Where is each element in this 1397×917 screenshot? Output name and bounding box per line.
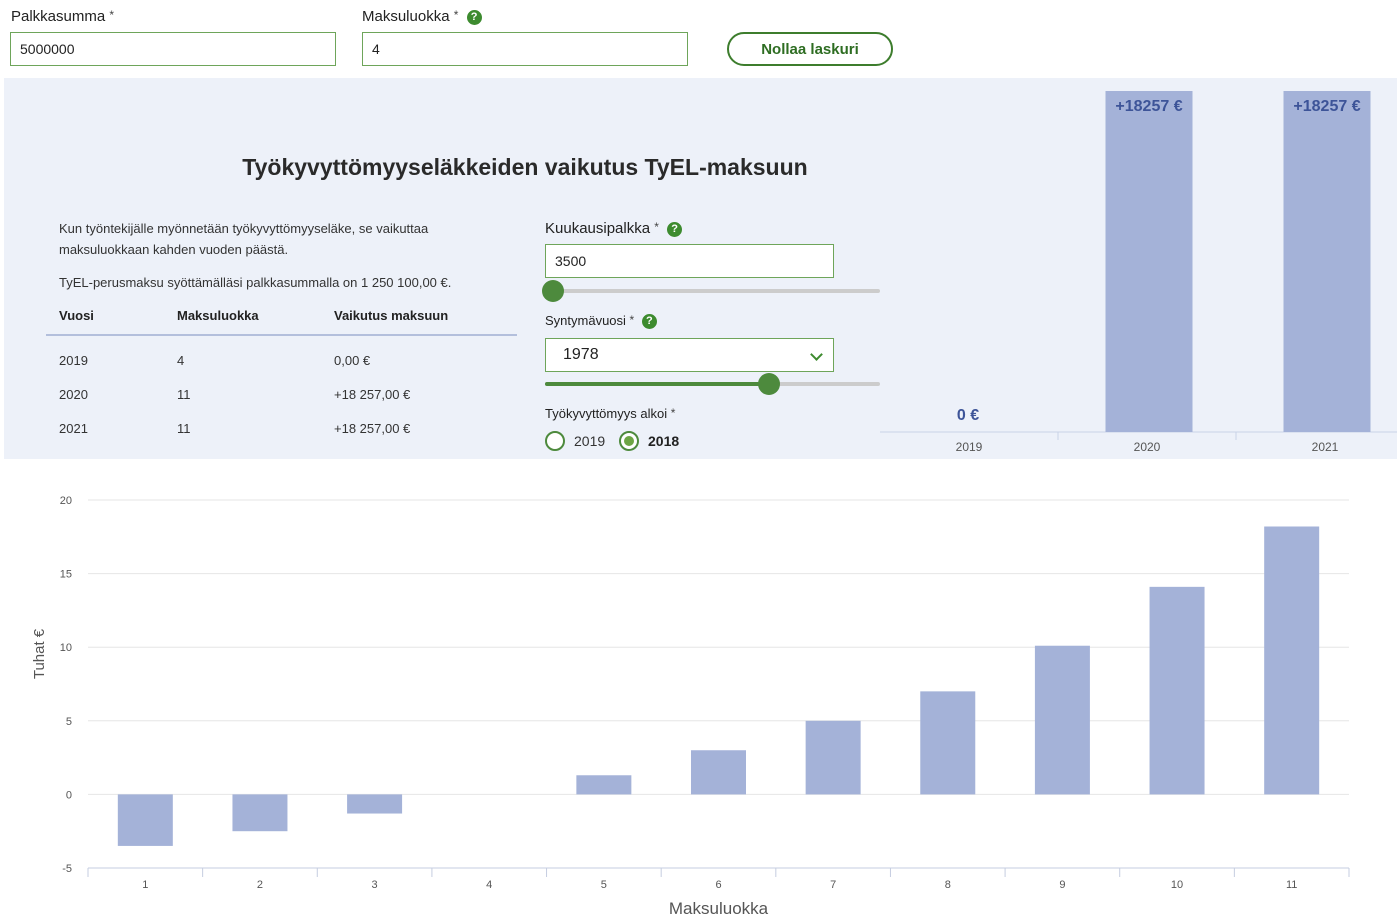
class-label: Maksuluokka * ?: [362, 8, 482, 25]
chart-bar: [1149, 586, 1205, 795]
chart-data-label: +18257 €: [1115, 98, 1182, 115]
disability-pension-panel: Työkyvyttömyyseläkkeiden vaikutus TyEL-m…: [4, 78, 1397, 459]
chart-tick-label: 15: [60, 569, 72, 581]
chart-tick-label: 1: [142, 879, 148, 891]
chart-bar: [1283, 91, 1371, 432]
chart-bar: [117, 794, 173, 846]
chart-tick-label: 3: [372, 879, 378, 891]
yearly-effect-chart: 0 € 2019 +18257 € 2020 +18257 € 2021: [880, 91, 1397, 454]
chart-bar: [232, 794, 288, 832]
class-effect-chart: 20 15 10 5 0 -5 1 2 3 4 5 6 7 8 9 10 11 Maksuluokka Tuhat …: [31, 495, 1350, 917]
class-label-text: Maksuluokka: [362, 8, 450, 25]
chart-tick-label: 2: [257, 879, 263, 891]
chart-tick-label: 10: [1171, 879, 1183, 891]
chart-bar: [691, 750, 746, 795]
chart-tick-label: 9: [1059, 879, 1065, 891]
help-icon[interactable]: ?: [466, 9, 482, 25]
chart-tick-label: 7: [830, 879, 836, 891]
chart-data-label: +18257 €: [1293, 98, 1360, 115]
chart-tick-label: 8: [945, 879, 951, 891]
chart-bar: [1034, 645, 1090, 795]
chart-tick-label: 10: [60, 642, 72, 654]
chart-tick-label: 2019: [956, 440, 983, 454]
salary-input[interactable]: [10, 32, 336, 66]
class-input[interactable]: [362, 32, 688, 66]
chart-bar: [1264, 526, 1320, 795]
chart-y-axis-label: Tuhat €: [31, 628, 48, 679]
chart-bar: [1105, 91, 1193, 432]
reset-calculator-button[interactable]: Nollaa laskuri: [727, 32, 893, 66]
chart-tick-label: 6: [715, 879, 721, 891]
chart-tick-label: 5: [66, 716, 72, 728]
chart-bar: [576, 775, 632, 795]
chart-tick-label: -5: [62, 863, 72, 875]
chart-bar: [347, 794, 403, 814]
chart-tick-label: 5: [601, 879, 607, 891]
salary-label: Palkkasumma *: [11, 8, 114, 25]
chart-tick-label: 2020: [1134, 440, 1161, 454]
chart-x-axis-label: Maksuluokka: [669, 899, 769, 917]
chart-tick-label: 0: [66, 789, 72, 801]
salary-label-text: Palkkasumma: [11, 8, 106, 25]
required-mark: *: [453, 8, 459, 22]
required-mark: *: [109, 8, 115, 22]
chart-tick-label: 20: [60, 495, 72, 507]
chart-bar: [805, 720, 861, 795]
chart-data-label: 0 €: [957, 407, 979, 424]
chart-tick-label: 11: [1286, 879, 1297, 891]
chart-tick-label: 2021: [1312, 440, 1339, 454]
chart-bar: [920, 691, 976, 795]
chart-tick-label: 4: [486, 879, 492, 891]
